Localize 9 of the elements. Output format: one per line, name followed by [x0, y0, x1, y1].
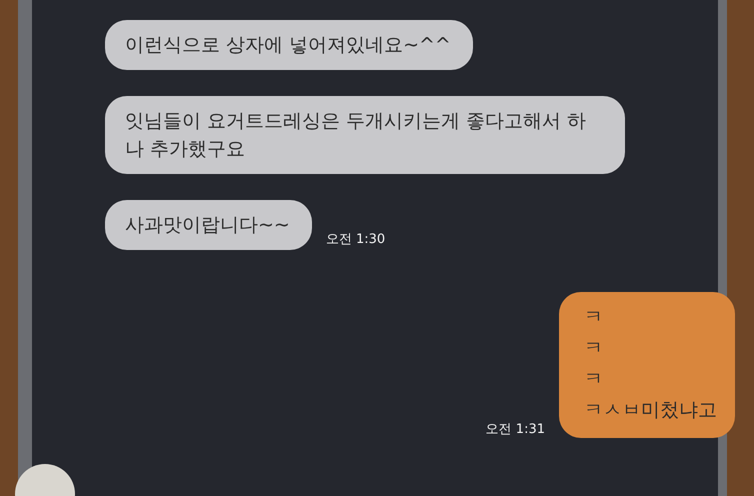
message-line: ㅋ — [584, 336, 604, 361]
received-message-bubble: 사과맛이랍니다~~ — [105, 200, 312, 250]
message-time: 오전 1:31 — [486, 421, 545, 438]
message-time: 오전 1:30 — [326, 231, 386, 248]
received-message-bubble: 이런식으로 상자에 넣어져있네요~^^ — [105, 20, 473, 70]
message-line: ㅋㅅㅂ미첬냐고 — [584, 398, 717, 423]
message-line: ㅋ — [584, 305, 604, 330]
received-message-bubble: 잇님들이 요거트드레싱은 두개시키는게 좋다고해서 하나 추가했구요 — [105, 96, 625, 174]
message-line: ㅋ — [584, 367, 604, 392]
